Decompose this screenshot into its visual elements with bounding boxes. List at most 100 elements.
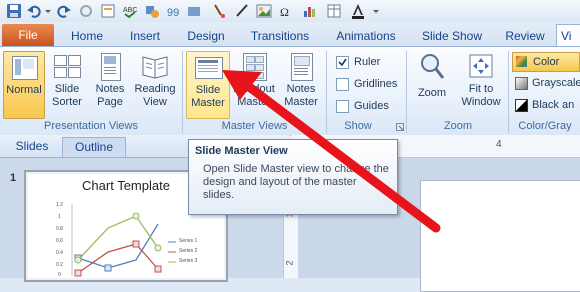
legend-series-1: Series 1	[179, 238, 198, 244]
ribbon-view: Normal Slide Sorter Notes Page Reading V…	[0, 46, 580, 136]
chevron-down-icon[interactable]	[372, 3, 380, 19]
y-tick-label: 0.4	[56, 250, 63, 256]
color-button[interactable]: Color	[512, 52, 580, 72]
quick-access-toolbar: ABC 99 Ω	[0, 0, 580, 22]
guides-label: Guides	[354, 100, 389, 112]
dialog-launcher-icon[interactable]	[396, 122, 404, 131]
handout-master-label-1: Handout	[233, 83, 275, 95]
table-icon[interactable]	[326, 3, 342, 19]
ruler-label: Ruler	[354, 56, 381, 68]
slide-master-label-2: Master	[191, 97, 225, 109]
tab-insert[interactable]: Insert	[120, 26, 170, 46]
slide-canvas[interactable]	[420, 180, 580, 292]
tab-transitions[interactable]: Transitions	[244, 26, 316, 46]
tab-file[interactable]: File	[2, 24, 54, 46]
handout-master-icon	[240, 51, 268, 81]
slide-sorter-label-1: Slide	[54, 83, 80, 95]
handout-master-label-2: Master	[237, 96, 271, 108]
spelling-icon[interactable]: ABC	[122, 3, 138, 19]
slide-master-button[interactable]: Slide Master	[186, 51, 230, 119]
checkbox-box	[336, 78, 349, 91]
group-separator	[406, 51, 407, 133]
reading-view-button[interactable]: Reading View	[131, 51, 179, 117]
chevron-down-icon[interactable]	[44, 3, 52, 19]
notes-page-label-1: Notes	[95, 83, 125, 95]
checkbox-box	[336, 100, 349, 113]
slide-number: 1	[10, 172, 17, 184]
zoom-button[interactable]: Zoom	[410, 51, 454, 117]
undo-icon[interactable]	[26, 3, 42, 19]
normal-view-button[interactable]: Normal	[3, 51, 45, 119]
shapes-icon[interactable]	[144, 3, 160, 19]
group-label-zoom: Zoom	[443, 120, 473, 132]
slide-sorter-label-2: Sorter	[52, 96, 82, 108]
y-tick-label: 0	[58, 272, 61, 278]
color-label: Color	[533, 56, 560, 68]
slide-master-tooltip: Slide Master View Open Slide Master view…	[188, 139, 398, 215]
group-separator	[508, 51, 509, 133]
black-white-swatch-icon	[515, 99, 528, 112]
slide-master-icon	[194, 52, 223, 82]
tab-design[interactable]: Design	[180, 26, 232, 46]
notes-master-icon	[287, 51, 315, 81]
fit-to-window-icon	[467, 51, 495, 81]
reading-view-label-2: View	[143, 96, 167, 108]
color-swatch-icon	[516, 56, 527, 67]
notes-master-button[interactable]: Notes Master	[280, 51, 322, 117]
group-label-presentation-views: Presentation Views	[44, 120, 138, 132]
legend-series-3: Series 3	[179, 258, 198, 264]
checkbox-box	[336, 56, 349, 69]
tab-home[interactable]: Home	[62, 26, 112, 46]
fit-to-window-button[interactable]: Fit to Window	[456, 51, 506, 117]
notes-master-label-1: Notes	[286, 83, 316, 95]
svg-text:99: 99	[167, 7, 179, 19]
reading-view-label-1: Reading	[134, 83, 176, 95]
magnifier-icon	[418, 51, 446, 81]
tooltip-title: Slide Master View	[195, 145, 288, 157]
chart-icon[interactable]	[302, 3, 318, 19]
save-icon[interactable]	[6, 3, 22, 19]
group-icon[interactable]	[186, 3, 202, 19]
ribbon-tab-row: File Home Insert Design Transitions Anim…	[0, 22, 580, 47]
group-label-show: Show	[344, 120, 372, 132]
gridlines-label: Gridlines	[354, 78, 398, 90]
tab-review[interactable]: Review	[500, 26, 550, 46]
fit-to-window-label-2: Window	[461, 96, 501, 108]
symbol-icon[interactable]: Ω	[278, 3, 294, 19]
tab-slide-show[interactable]: Slide Show	[415, 26, 489, 46]
black-and-white-button[interactable]: Black an	[512, 96, 580, 114]
tab-animations[interactable]: Animations	[330, 26, 402, 46]
book-icon	[141, 51, 169, 81]
notes-page-button[interactable]: Notes Page	[90, 51, 130, 117]
zoom-label: Zoom	[417, 87, 447, 99]
group-label-master-views: Master Views	[221, 120, 288, 132]
redo-icon[interactable]	[56, 3, 72, 19]
black-and-white-label: Black an	[532, 99, 575, 111]
picture-icon[interactable]	[256, 3, 272, 19]
repeat-icon[interactable]	[78, 3, 94, 19]
pen-icon[interactable]	[234, 3, 250, 19]
format-painter-icon[interactable]: 99	[166, 3, 182, 19]
fit-to-window-label-1: Fit to	[468, 83, 494, 95]
grayscale-swatch-icon	[515, 77, 528, 90]
grayscale-button[interactable]: Grayscale	[512, 74, 580, 92]
tab-view[interactable]: Vi	[556, 24, 580, 47]
slide-sorter-button[interactable]: Slide Sorter	[46, 51, 88, 117]
tab-slides[interactable]: Slides	[6, 137, 58, 156]
ruler-mark: 4	[496, 139, 502, 150]
tab-outline[interactable]: Outline	[62, 137, 126, 157]
new-slide-icon[interactable]	[100, 3, 116, 19]
group-separator	[326, 51, 327, 133]
group-label-color-grayscale: Color/Gray	[518, 120, 572, 132]
y-tick-label: 0.6	[56, 238, 63, 244]
eyedropper-icon[interactable]	[212, 3, 228, 19]
normal-view-icon	[10, 52, 38, 82]
font-color-icon[interactable]	[350, 3, 366, 19]
slide-sorter-icon	[53, 51, 81, 81]
notes-master-label-2: Master	[284, 96, 318, 108]
legend-series-2: Series 2	[179, 248, 198, 254]
handout-master-button[interactable]: Handout Master	[230, 51, 278, 117]
normal-view-label: Normal	[6, 84, 42, 96]
grayscale-label: Grayscale	[532, 77, 580, 89]
slide-master-label-1: Slide	[195, 84, 221, 96]
